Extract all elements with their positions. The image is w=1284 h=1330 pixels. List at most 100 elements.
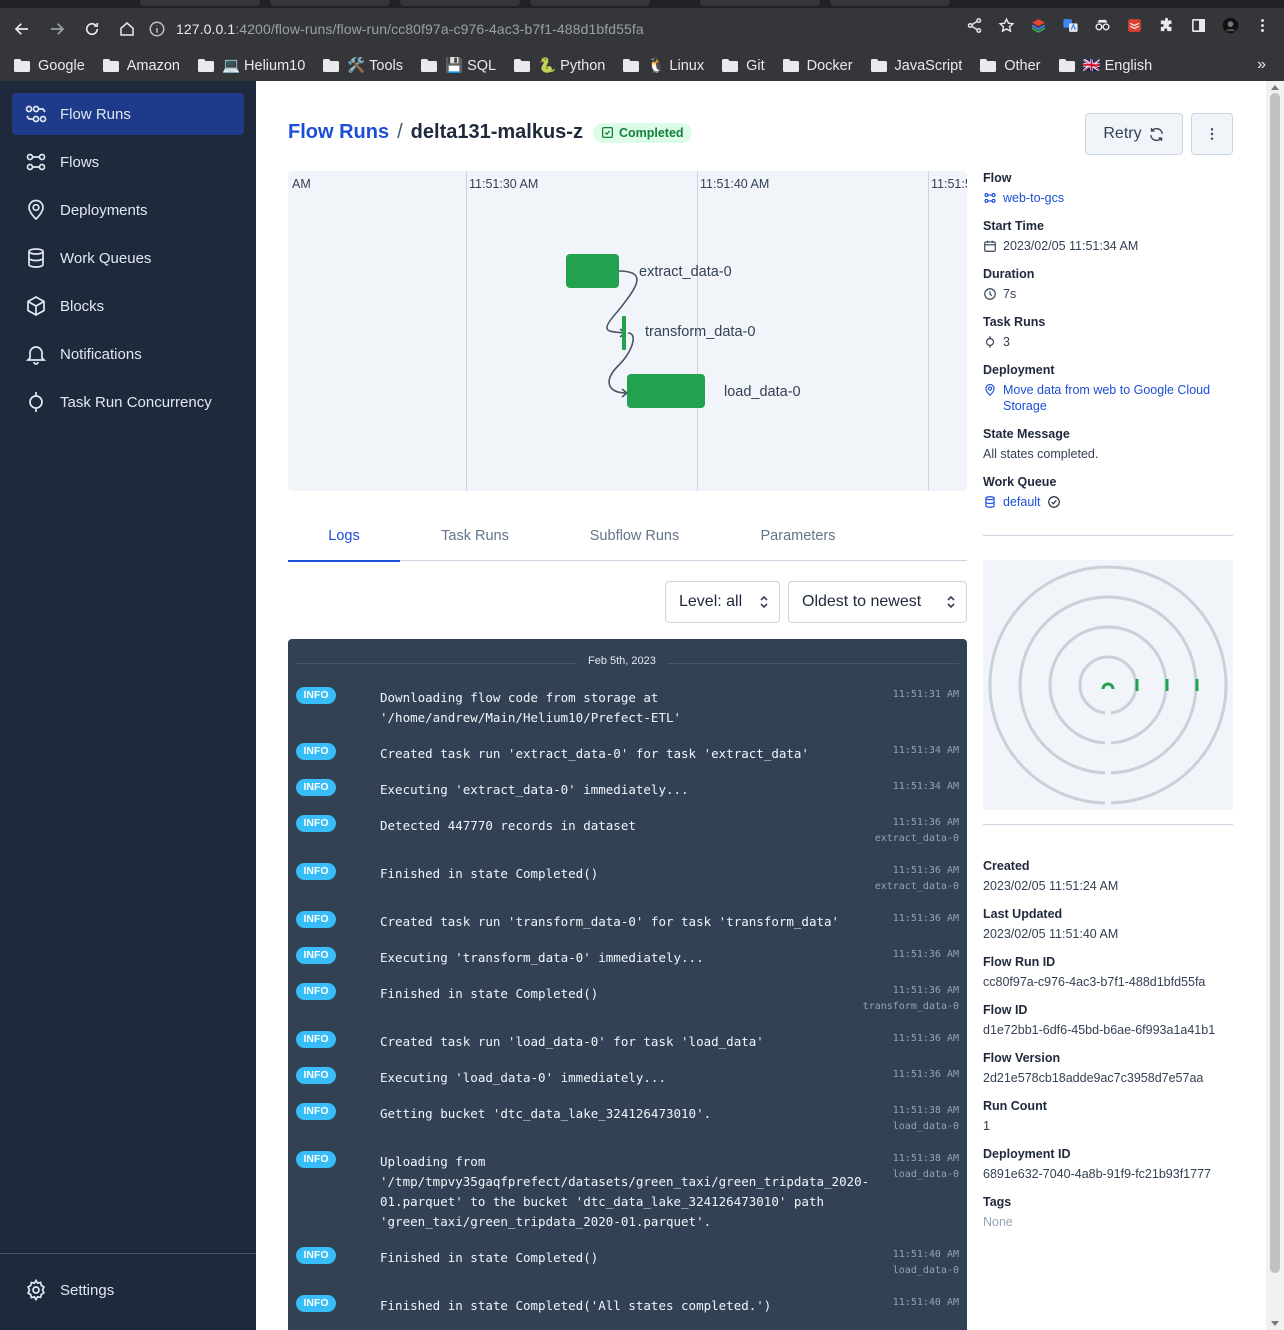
sidebar-item-deployments[interactable]: Deployments: [12, 189, 244, 231]
browser-tab[interactable]: [400, 0, 520, 6]
check-circle-icon: [1047, 496, 1060, 508]
sidebar-item-label: Blocks: [60, 297, 105, 315]
bookmark-label: Git: [746, 57, 765, 74]
reload-icon: [85, 22, 99, 36]
work-queues-icon: [985, 496, 995, 508]
detail-label: State Message: [983, 427, 1070, 441]
address-bar[interactable]: 127.0.0.1:4200/flow-runs/flow-run/cc80f9…: [140, 13, 940, 45]
deployment-link-continued[interactable]: Storage: [1003, 399, 1047, 413]
log-order-select[interactable]: Oldest to newest: [788, 581, 967, 623]
extension-icons: [962, 13, 1274, 37]
log-message: Finished in state Completed(): [380, 866, 599, 881]
todoist-extension-button[interactable]: [1122, 13, 1146, 37]
folder-icon: [420, 59, 437, 72]
more-options-button[interactable]: [1191, 113, 1233, 155]
reload-button[interactable]: [76, 13, 108, 45]
sidebar-item-work-queues[interactable]: Work Queues: [12, 237, 244, 279]
log-timestamp: 11:51:36 AM: [892, 817, 959, 828]
start-time-value: 2023/02/05 11:51:34 AM: [1003, 239, 1139, 253]
browser-tab[interactable]: [140, 0, 260, 6]
log-task-name: load_data-0: [892, 1265, 959, 1276]
scroll-up-arrow[interactable]: [1271, 85, 1279, 90]
main-content: Flow Runs / delta131-malkus-z Completed …: [256, 81, 1266, 1330]
radar-visualization[interactable]: [983, 560, 1233, 810]
sidebar-item-flows[interactable]: Flows: [12, 141, 244, 183]
translate-extension-button[interactable]: [1058, 13, 1082, 37]
scroll-down-arrow[interactable]: [1271, 1321, 1279, 1326]
sidebar-item-label: Settings: [60, 1281, 115, 1299]
bookmark-folder[interactable]: 🐍 Python: [514, 57, 605, 74]
bookmark-folder[interactable]: 💾 SQL: [420, 57, 496, 74]
browser-tab[interactable]: [700, 0, 820, 6]
forward-button[interactable]: [41, 13, 73, 45]
bookmark-folder[interactable]: 🐧 Linux: [623, 57, 704, 74]
sidebar-item-notifications[interactable]: Notifications: [12, 333, 244, 375]
flow-run-timeline[interactable]: AM 11:51:30 AM 11:51:40 AM 11:51:5 extra…: [288, 171, 967, 491]
bookmark-folder[interactable]: JavaScript: [870, 57, 963, 74]
tab-logs[interactable]: Logs: [288, 511, 400, 562]
home-button[interactable]: [111, 13, 143, 45]
bookmark-folder[interactable]: Git: [722, 58, 765, 74]
log-message: Getting bucket 'dtc_data_lake_3241264730…: [380, 1106, 712, 1121]
log-level-badge: INFO: [296, 1103, 336, 1120]
bookmark-folder[interactable]: Docker: [782, 58, 853, 74]
sidebar-item-settings[interactable]: Settings: [12, 1269, 244, 1311]
browser-tab[interactable]: [530, 0, 650, 6]
sidebar-item-task-run-concurrency[interactable]: Task Run Concurrency: [12, 381, 244, 423]
log-meta: 11:51:36 AM extract_data-0: [875, 863, 959, 895]
work-queue-link[interactable]: default: [983, 495, 1067, 509]
bookmark-star-button[interactable]: [994, 13, 1018, 37]
task-runs-value: 3: [1003, 335, 1010, 349]
breadcrumb-flow-runs-link[interactable]: Flow Runs: [288, 121, 389, 144]
bookmark-folder[interactable]: 💻 Helium10: [197, 57, 305, 74]
sidebar-item-flow-runs[interactable]: Flow Runs: [12, 93, 244, 135]
task-node-transform[interactable]: [622, 316, 626, 350]
bookmark-folder[interactable]: 🇬🇧 English: [1058, 57, 1153, 74]
bookmark-folder[interactable]: 🛠️ Tools: [323, 57, 403, 74]
tab-task-runs[interactable]: Task Runs: [419, 511, 531, 561]
check-square-icon: [601, 126, 613, 139]
bookmark-folder[interactable]: Other: [980, 58, 1041, 74]
bookmark-label: 🇬🇧 English: [1082, 58, 1153, 74]
bell-icon: [25, 346, 47, 365]
sidebar-item-label: Flows: [60, 153, 100, 171]
sidebar-item-blocks[interactable]: Blocks: [12, 285, 244, 327]
task-node-load[interactable]: [627, 374, 705, 408]
log-viewer[interactable]: Feb 5th, 2023 INFO Downloading flow code …: [288, 639, 967, 1330]
back-button[interactable]: [6, 13, 38, 45]
share-button[interactable]: [962, 13, 986, 37]
tab-subflow-runs[interactable]: Subflow Runs: [572, 511, 697, 561]
bookmark-folder[interactable]: Amazon: [102, 58, 180, 74]
site-info-icon[interactable]: [148, 20, 166, 38]
log-timestamp: 11:51:38 AM: [892, 1105, 959, 1116]
sidebar-item-label: Task Run Concurrency: [60, 393, 212, 411]
bookmark-label: JavaScript: [894, 57, 963, 74]
scrollbar-thumb[interactable]: [1270, 93, 1280, 1273]
deployment-name: Move data from web to Google Cloud: [1003, 383, 1211, 397]
task-node-extract[interactable]: [566, 254, 619, 288]
flow-link[interactable]: web-to-gcs: [983, 191, 1064, 205]
page-title: delta131-malkus-z: [410, 121, 583, 143]
sidebar-item-label: Flow Runs: [60, 105, 131, 123]
folder-icon: [980, 59, 997, 72]
browser-menu-button[interactable]: [1250, 13, 1274, 37]
breadcrumb-separator: /: [397, 121, 403, 143]
bookmarks-overflow-button[interactable]: »: [1257, 56, 1266, 74]
browser-tab[interactable]: [270, 0, 390, 6]
extension-stack-button[interactable]: [1026, 13, 1050, 37]
page-scrollbar[interactable]: [1266, 81, 1284, 1330]
retry-button[interactable]: Retry: [1085, 113, 1183, 155]
side-panel-button[interactable]: [1186, 13, 1210, 37]
browser-tab[interactable]: [830, 0, 950, 6]
stack-extension-icon: [1031, 18, 1045, 33]
log-level-select[interactable]: Level: all: [665, 581, 780, 623]
folder-icon: [514, 59, 531, 72]
log-meta: 11:51:40 AM: [893, 1295, 959, 1311]
bookmark-folder[interactable]: Google: [14, 58, 85, 74]
profile-button[interactable]: [1218, 13, 1242, 37]
tab-parameters[interactable]: Parameters: [738, 511, 858, 561]
spy-extension-button[interactable]: [1090, 13, 1114, 37]
extensions-button[interactable]: [1154, 13, 1178, 37]
log-level-badge: INFO: [296, 911, 336, 928]
deployment-link[interactable]: Move data from web to Google Cloud: [983, 383, 1210, 397]
